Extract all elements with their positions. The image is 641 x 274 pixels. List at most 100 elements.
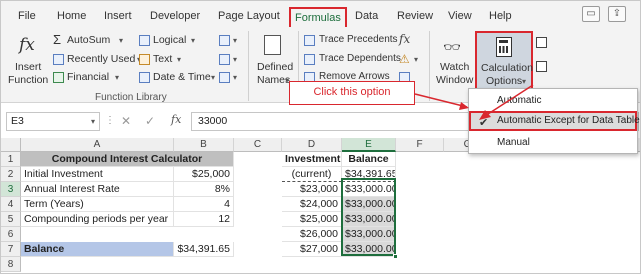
row-header-2[interactable]: 2 — [1, 167, 21, 182]
calculate-now-button[interactable] — [536, 37, 548, 51]
watch-window-button[interactable]: 👓︎ Watch Window — [433, 31, 473, 89]
math-trig-button[interactable]: ▾ — [219, 53, 241, 67]
column-header-a[interactable]: A — [21, 138, 174, 152]
share-icon[interactable]: ⇪ — [608, 6, 626, 22]
glasses-icon: 👓︎ — [443, 39, 461, 55]
more-functions-button[interactable]: ▾ — [219, 71, 241, 85]
row-header-3[interactable]: 3 — [1, 182, 21, 197]
cell-d4[interactable]: $24,000 — [282, 197, 342, 212]
cell-d1[interactable]: Investment — [282, 152, 342, 167]
cell-d2[interactable]: (current) — [282, 167, 342, 182]
tab-page-layout[interactable]: Page Layout — [218, 10, 280, 22]
tab-data[interactable]: Data — [355, 10, 378, 22]
calculation-options-label-1: Calculation — [481, 62, 533, 74]
cell-a5[interactable]: Compounding periods per year — [21, 212, 174, 227]
menu-item-automatic[interactable]: Automatic — [469, 91, 637, 111]
column-header-d[interactable]: D — [282, 138, 342, 152]
financial-button[interactable]: Financial ▾ — [53, 71, 133, 85]
tab-insert[interactable]: Insert — [104, 10, 132, 22]
cell-e6[interactable]: $33,000.00 — [342, 227, 396, 242]
trace-precedents-button[interactable]: Trace Precedents — [304, 34, 398, 48]
row-header-7[interactable]: 7 — [1, 242, 21, 257]
lookup-icon — [219, 35, 230, 46]
calculate-sheet-button[interactable] — [536, 61, 548, 75]
cell-a1-title[interactable]: Compound Interest Calculator — [21, 152, 234, 167]
error-checking-button[interactable]: ⚠ ▾ — [399, 52, 423, 67]
cell-a7[interactable]: Balance — [21, 242, 174, 257]
lookup-reference-button[interactable]: ▾ — [219, 34, 241, 48]
cell-e4[interactable]: $33,000.00 — [342, 197, 396, 212]
menu-item-automatic-except-data-tables[interactable]: ✔ Automatic Except for Data Tables — [469, 111, 640, 131]
text-button[interactable]: Text ▾ — [139, 53, 209, 67]
cancel-icon[interactable]: ✕ — [121, 114, 131, 128]
insert-function-label-2: Function — [8, 74, 49, 86]
cell-e3[interactable]: $33,000.00 — [342, 182, 396, 197]
defined-names-button[interactable]: Defined Names ▾ — [253, 31, 293, 89]
math-trig-icon — [219, 54, 230, 65]
column-header-e[interactable]: E — [342, 138, 396, 152]
tab-review[interactable]: Review — [397, 10, 433, 22]
calculation-options-menu: Automatic ✔ Automatic Except for Data Ta… — [468, 88, 640, 154]
trace-dependents-label: Trace Dependents — [319, 53, 401, 64]
cell-b5[interactable]: 12 — [174, 212, 234, 227]
cell-b3[interactable]: 8% — [174, 182, 234, 197]
column-header-b[interactable]: B — [174, 138, 234, 152]
cell-b2[interactable]: $25,000 — [174, 167, 234, 182]
name-box[interactable]: E3 ▾ — [6, 112, 100, 131]
cell-e7[interactable]: $33,000.00 — [342, 242, 396, 257]
ribbon-tab-bar: File Home Insert Developer Page Layout F… — [1, 1, 640, 30]
cell-b7[interactable]: $34,391.65 — [174, 242, 234, 257]
cell-e5[interactable]: $33,000.00 — [342, 212, 396, 227]
tab-developer[interactable]: Developer — [150, 10, 200, 22]
tab-file[interactable]: File — [18, 10, 36, 22]
enter-icon[interactable]: ✓ — [145, 114, 155, 128]
cell-d3[interactable]: $23,000 — [282, 182, 342, 197]
tab-formulas[interactable]: Formulas — [289, 7, 347, 30]
comments-icon[interactable]: ▭ — [582, 6, 600, 22]
cell-a3[interactable]: Annual Interest Rate — [21, 182, 174, 197]
tab-home[interactable]: Home — [57, 10, 86, 22]
insert-function-icon[interactable]: fx — [171, 113, 181, 126]
row-header-1[interactable]: 1 — [1, 152, 21, 167]
row-header-6[interactable]: 6 — [1, 227, 21, 242]
chevron-down-icon: ▾ — [233, 55, 238, 64]
more-options-icon[interactable]: ⋮ — [105, 115, 115, 126]
select-all-corner[interactable] — [1, 138, 21, 152]
chevron-down-icon: ▾ — [191, 36, 196, 45]
cell-a4[interactable]: Term (Years) — [21, 197, 174, 212]
cell-a2[interactable]: Initial Investment — [21, 167, 174, 182]
row-header-4[interactable]: 4 — [1, 197, 21, 212]
row-header-5[interactable]: 5 — [1, 212, 21, 227]
tab-help[interactable]: Help — [489, 10, 512, 22]
column-header-f[interactable]: F — [396, 138, 444, 152]
show-formulas-button[interactable]: fx — [399, 32, 419, 48]
tab-view[interactable]: View — [448, 10, 472, 22]
watch-window-label-1: Watch — [440, 61, 470, 73]
calculation-options-button[interactable]: Calculation Options ▾ — [475, 31, 533, 91]
cell-e2[interactable]: $34,391.65 — [342, 167, 396, 182]
recently-used-button[interactable]: Recently Used ▾ — [53, 53, 141, 67]
warning-icon: ⚠ — [399, 52, 410, 66]
cell-b4[interactable]: 4 — [174, 197, 234, 212]
autosum-button[interactable]: Σ AutoSum ▾ — [53, 32, 133, 48]
cell-d6[interactable]: $26,000 — [282, 227, 342, 242]
cell-e1[interactable]: Balance — [342, 152, 396, 167]
logical-button[interactable]: Logical ▾ — [139, 34, 209, 48]
tag-icon — [264, 35, 281, 55]
column-header-c[interactable]: C — [234, 138, 282, 152]
fill-handle[interactable] — [393, 254, 398, 259]
calculator-icon — [496, 37, 512, 57]
more-functions-icon — [219, 72, 230, 83]
row-header-8[interactable]: 8 — [1, 257, 21, 272]
cell-d5[interactable]: $25,000 — [282, 212, 342, 227]
date-time-button[interactable]: Date & Time ▾ — [139, 71, 215, 85]
chevron-down-icon[interactable]: ▾ — [91, 113, 95, 130]
trace-dependents-button[interactable]: Trace Dependents — [304, 53, 401, 67]
insert-function-button[interactable]: fx Insert Function — [7, 31, 49, 89]
menu-item-manual[interactable]: Manual — [469, 133, 637, 153]
menu-item-label: Automatic Except for Data Tables — [497, 115, 641, 126]
cell-d7[interactable]: $27,000 — [282, 242, 342, 257]
chevron-down-icon: ▾ — [414, 55, 419, 64]
calculate-sheet-icon — [536, 61, 547, 72]
excel-window: File Home Insert Developer Page Layout F… — [0, 0, 641, 274]
